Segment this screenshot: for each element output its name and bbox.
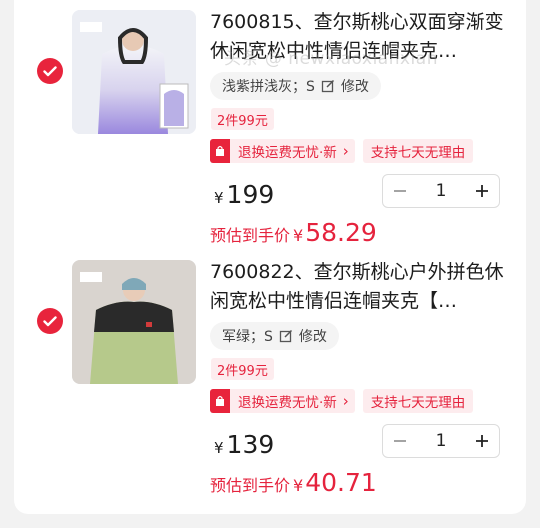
checkmark-icon	[43, 65, 57, 76]
edit-label: 修改	[298, 329, 327, 345]
return-shipping-tag[interactable]: 退换运费无忧·新 ›	[210, 389, 355, 413]
return-shipping-label: 退换运费无忧·新	[238, 395, 337, 411]
return-shipping-label: 退换运费无忧·新	[238, 145, 337, 161]
spec-selector[interactable]: 军绿；S 修改	[210, 322, 339, 350]
minus-icon	[394, 440, 406, 442]
edit-icon	[321, 79, 334, 93]
watermark: 头条 @ newxiaoxianxian	[224, 49, 438, 69]
spec-text: 军绿；S	[222, 329, 273, 345]
product-image[interactable]	[72, 10, 196, 134]
item-checkbox[interactable]	[37, 308, 63, 334]
quantity-stepper: 1	[382, 174, 500, 208]
spec-text: 浅紫拼浅灰；S	[222, 79, 315, 95]
estimated-price: 预估到手价 ¥ 40.71	[210, 468, 377, 497]
spec-selector[interactable]: 浅紫拼浅灰；S 修改	[210, 72, 381, 100]
edit-icon	[279, 329, 292, 343]
quantity-value[interactable]: 1	[417, 424, 465, 458]
product-title[interactable]: 7600822、查尔斯桃心户外拼色休闲宽松中性情侣连帽夹克【…	[210, 258, 506, 316]
product-image[interactable]	[72, 260, 196, 384]
return-shipping-tag[interactable]: 退换运费无忧·新 ›	[210, 139, 355, 163]
decrease-button[interactable]	[383, 174, 417, 208]
increase-button[interactable]	[465, 424, 499, 458]
bag-icon	[210, 389, 230, 413]
item-checkbox[interactable]	[37, 58, 63, 84]
promo-badge: 2件99元	[211, 358, 274, 380]
plus-icon	[476, 185, 488, 197]
estimated-price: 预估到手价 ¥ 58.29	[210, 218, 377, 247]
cart-item: 7600822、查尔斯桃心户外拼色休闲宽松中性情侣连帽夹克【… 军绿；S 修改 …	[14, 250, 526, 500]
promo-badge: 2件99元	[211, 108, 274, 130]
seven-day-return-tag: 支持七天无理由	[362, 389, 474, 413]
cart-card: 7600815、查尔斯桃心双面穿渐变休闲宽松中性情侣连帽夹克… 浅紫拼浅灰；S …	[14, 0, 526, 514]
item-price: ¥ 199	[214, 180, 275, 209]
minus-icon	[394, 190, 406, 192]
increase-button[interactable]	[465, 174, 499, 208]
plus-icon	[476, 435, 488, 447]
chevron-right-icon: ›	[342, 142, 349, 160]
item-price: ¥ 139	[214, 430, 275, 459]
seven-day-return-tag: 支持七天无理由	[362, 139, 474, 163]
decrease-button[interactable]	[383, 424, 417, 458]
checkmark-icon	[43, 315, 57, 326]
quantity-value[interactable]: 1	[417, 174, 465, 208]
cart-item: 7600815、查尔斯桃心双面穿渐变休闲宽松中性情侣连帽夹克… 浅紫拼浅灰；S …	[14, 0, 526, 250]
edit-label: 修改	[340, 79, 369, 95]
bag-icon	[210, 139, 230, 163]
quantity-stepper: 1	[382, 424, 500, 458]
chevron-right-icon: ›	[342, 392, 349, 410]
